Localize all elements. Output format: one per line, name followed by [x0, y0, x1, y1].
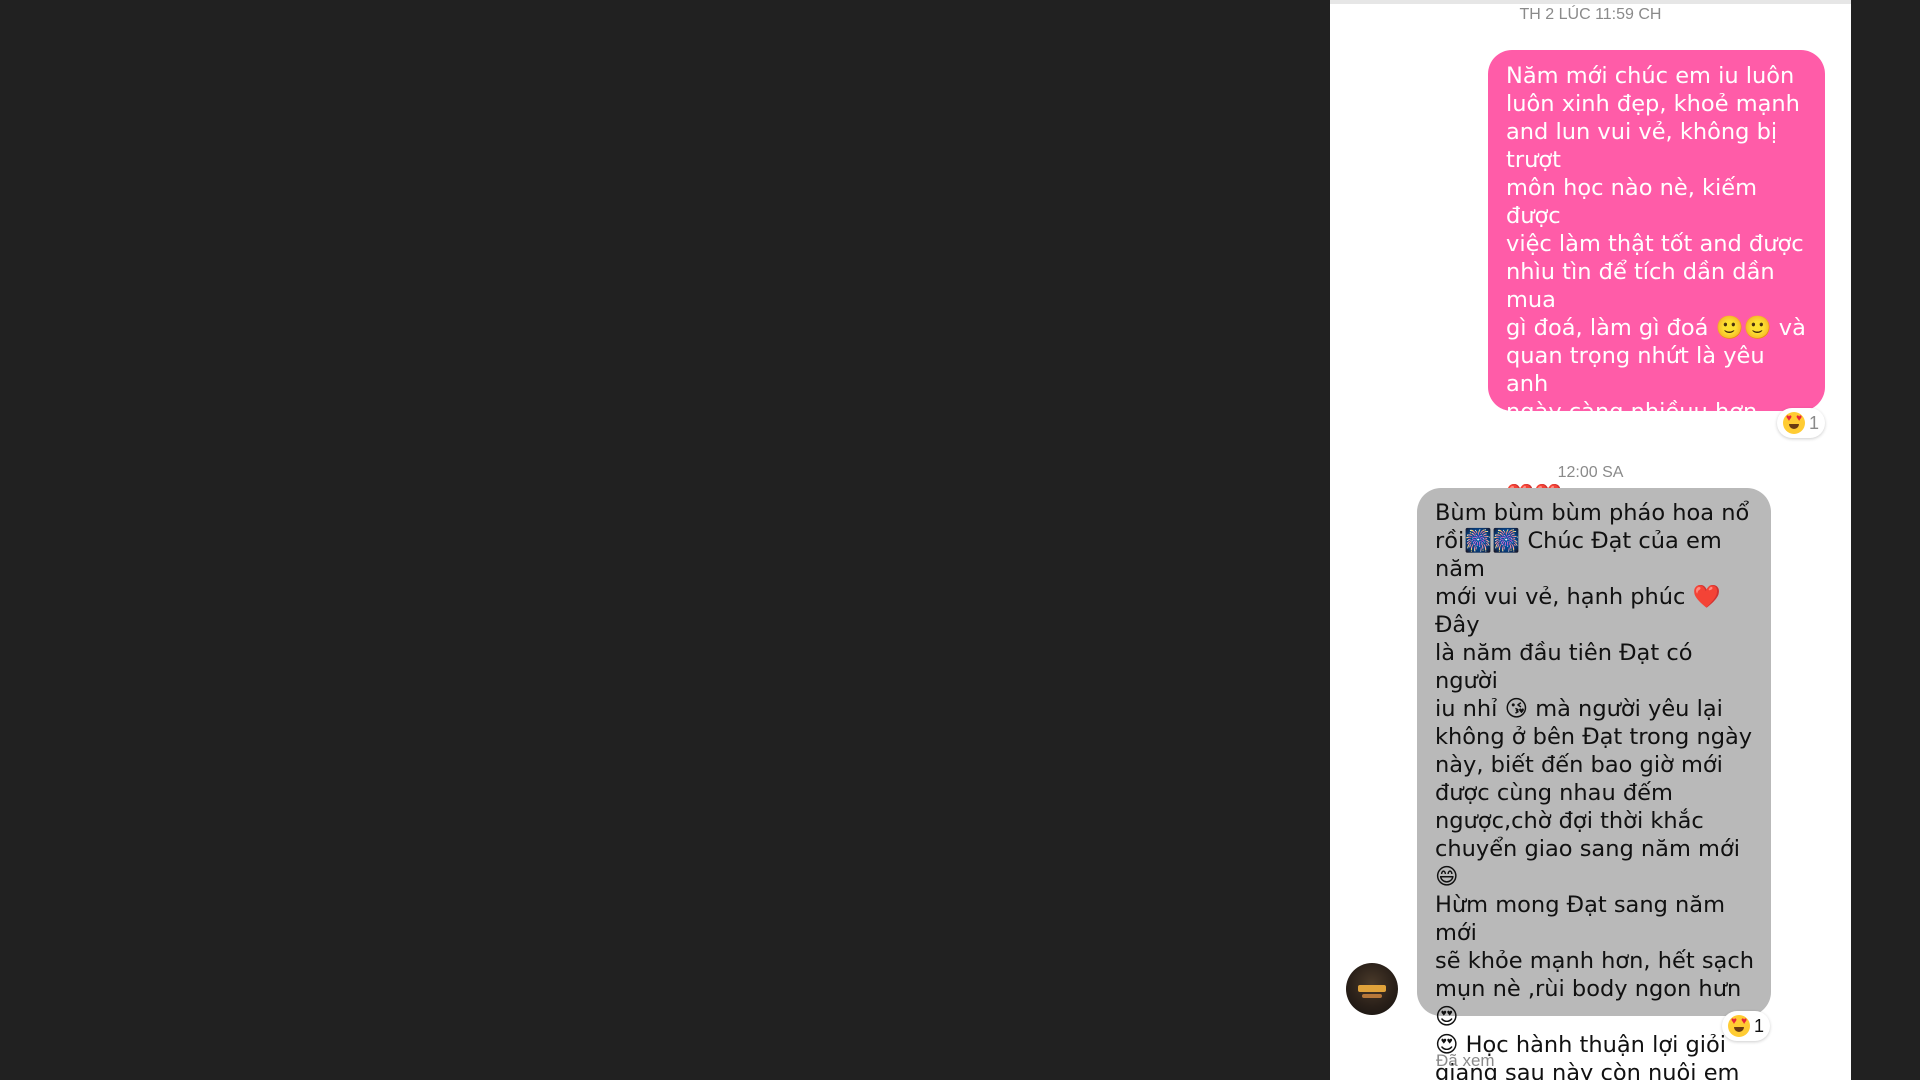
chat-panel: TH 2 LÚC 11:59 CH Năm mới chúc em iu luô… [1330, 0, 1851, 1080]
seen-status: Đã xem [1436, 1051, 1495, 1070]
timestamp-midnight: 12:00 SA [1557, 464, 1624, 481]
heart-eyes-icon [1728, 1015, 1750, 1037]
heart-eyes-icon [1783, 412, 1805, 434]
reaction-count: 1 [1754, 1015, 1765, 1036]
reaction-badge-outgoing[interactable]: 1 [1777, 408, 1826, 438]
right-margin [1851, 0, 1920, 1080]
reaction-badge-incoming[interactable]: 1 [1722, 1011, 1771, 1041]
outgoing-message-bubble[interactable]: Năm mới chúc em iu luôn luôn xinh đẹp, k… [1488, 50, 1825, 537]
incoming-message-bubble[interactable]: Bùm bùm bùm pháo hoa nổ rồi🎆🎆 Chúc Đạt c… [1417, 488, 1771, 1080]
reaction-count: 1 [1809, 412, 1820, 433]
timestamp-monday: TH 2 LÚC 11:59 CH [1519, 6, 1662, 23]
top-divider [1330, 0, 1851, 4]
avatar[interactable] [1346, 963, 1398, 1015]
